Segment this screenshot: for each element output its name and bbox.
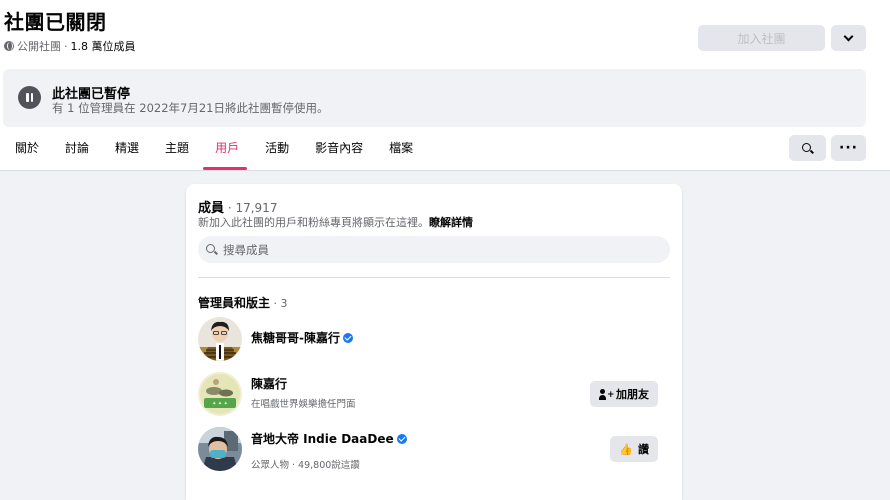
members-card: 成員 · 17,917 新加入此社團的用戶和粉絲專頁將顯示在這裡。瞭解詳情 管理…: [186, 184, 682, 500]
tab-files[interactable]: 檔案: [374, 128, 424, 170]
meta-separator: ·: [64, 39, 68, 53]
avatar[interactable]: ✦ ✦ ✦: [198, 372, 242, 416]
member-name[interactable]: 音地大帝 Indie DaaDee: [251, 430, 407, 447]
add-friend-label: 加朋友: [616, 388, 649, 401]
avatar[interactable]: [198, 317, 242, 361]
search-icon: [802, 142, 813, 154]
tab-topics[interactable]: 主題: [150, 128, 200, 170]
like-button[interactable]: 👍 讚: [610, 436, 658, 462]
member-search-box[interactable]: [198, 236, 670, 263]
tab-people[interactable]: 用戶: [200, 128, 250, 170]
page-title: 社團已關閉: [4, 10, 107, 34]
member-name[interactable]: 陳嘉行: [251, 375, 287, 392]
learn-more-link[interactable]: 瞭解詳情: [429, 216, 473, 229]
add-friend-icon: +: [599, 388, 615, 400]
member-subtitle: 公眾人物 · 49,800說這讚: [251, 460, 360, 471]
admins-heading: 管理員和版主 · 3: [198, 294, 288, 311]
more-options-button[interactable]: ···: [831, 135, 866, 161]
verified-badge-icon: [396, 433, 407, 444]
member-subtitle: 在唱戲世界娛樂擔任門面: [251, 399, 356, 410]
paused-banner: 此社團已暫停 有 1 位管理員在 2022年7月21日將此社團暫停使用。: [3, 69, 866, 127]
pause-icon: [18, 86, 41, 109]
member-name-text[interactable]: 焦糖哥哥-陳嘉行: [251, 329, 340, 346]
tab-discussion[interactable]: 討論: [50, 128, 100, 170]
member-row[interactable]: 音地大帝 Indie DaaDee 公眾人物 · 49,800說這讚 👍 讚: [198, 427, 670, 477]
tab-divider: [0, 170, 890, 171]
verified-badge-icon: [342, 332, 353, 343]
add-friend-button[interactable]: + 加朋友: [590, 381, 658, 407]
join-options-button[interactable]: [831, 25, 866, 51]
tab-events[interactable]: 活動: [250, 128, 300, 170]
member-search-input[interactable]: [223, 242, 643, 257]
svg-text:✦ ✦ ✦: ✦ ✦ ✦: [212, 401, 228, 407]
tab-media[interactable]: 影音內容: [300, 128, 374, 170]
admins-heading-label: 管理員和版主: [198, 296, 271, 310]
search-icon: [206, 244, 217, 255]
join-group-button[interactable]: 加入社團: [698, 25, 825, 51]
group-tabs: 關於 討論 精選 主題 用戶 活動 影音內容 檔案: [0, 128, 424, 170]
globe-icon: [4, 41, 14, 51]
thumbs-up-icon: 👍: [619, 442, 633, 456]
group-search-button[interactable]: [789, 135, 826, 161]
member-name-text[interactable]: 音地大帝 Indie DaaDee: [251, 430, 394, 447]
avatar[interactable]: [198, 427, 242, 471]
members-description: 新加入此社團的用戶和粉絲專頁將顯示在這裡。瞭解詳情: [198, 214, 473, 230]
group-privacy: 公開社團: [17, 40, 61, 53]
tab-about[interactable]: 關於: [0, 128, 50, 170]
member-row[interactable]: ✦ ✦ ✦ 陳嘉行 在唱戲世界娛樂擔任門面 + 加朋友: [198, 372, 670, 422]
banner-subtitle: 有 1 位管理員在 2022年7月21日將此社團暫停使用。: [52, 101, 329, 115]
member-row[interactable]: 焦糖哥哥-陳嘉行: [198, 317, 670, 367]
like-label: 讚: [638, 443, 649, 456]
group-meta: 公開社團 · 1.8 萬位成員: [4, 38, 136, 54]
tab-featured[interactable]: 精選: [100, 128, 150, 170]
members-description-text: 新加入此社團的用戶和粉絲專頁將顯示在這裡。: [198, 216, 429, 229]
divider: [198, 277, 670, 278]
group-member-count: 1.8 萬位成員: [70, 40, 136, 53]
chevron-down-icon: [843, 31, 854, 41]
member-name[interactable]: 焦糖哥哥-陳嘉行: [251, 329, 353, 346]
admins-count: · 3: [270, 297, 288, 310]
members-count: · 17,917: [224, 201, 278, 215]
group-header: 社團已關閉 公開社團 · 1.8 萬位成員 加入社團 此社團已暫停 有 1 位管…: [0, 0, 890, 171]
member-name-text[interactable]: 陳嘉行: [251, 375, 287, 392]
